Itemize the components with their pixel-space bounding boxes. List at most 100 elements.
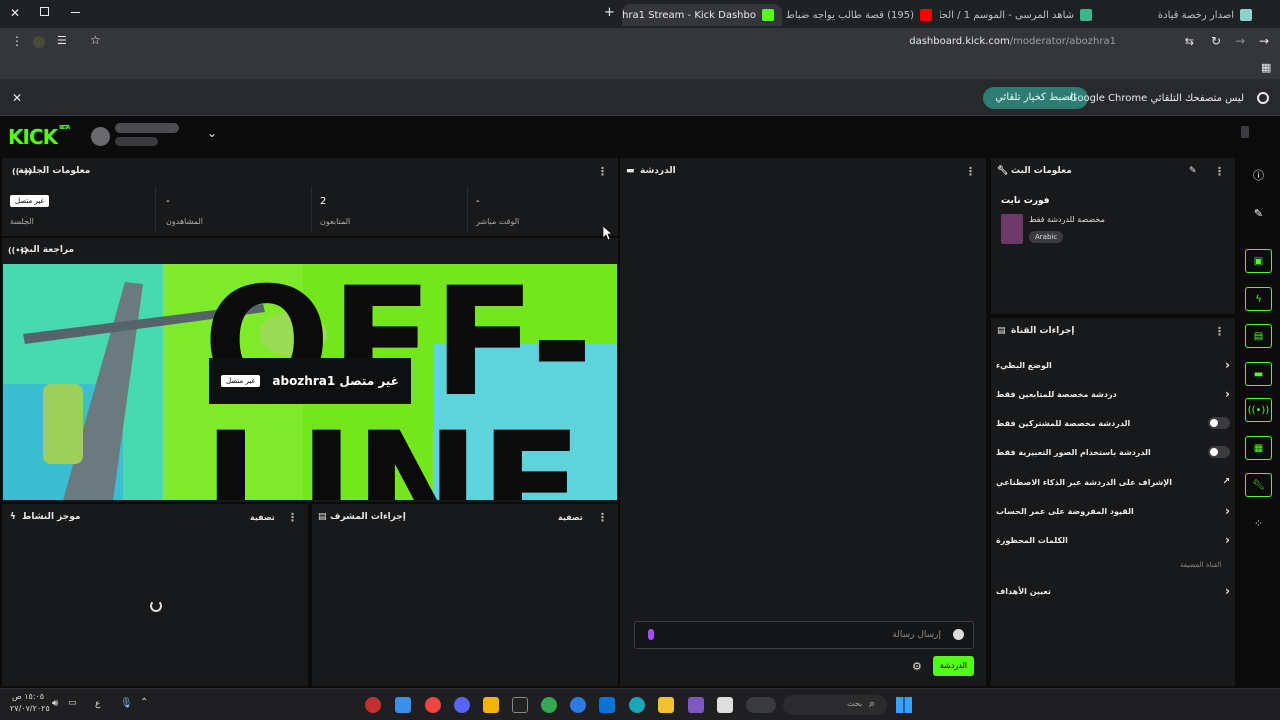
taskbar-app-icon[interactable] (395, 697, 411, 713)
activity-feed-panel: ϟ موجز النشاط تصفية ⋮ (2, 504, 308, 686)
kick-menu-icon[interactable] (1241, 126, 1249, 138)
stat-viewers: - المشاهدون (156, 186, 312, 232)
minimize-window-icon[interactable] (71, 12, 80, 13)
panel-header: ϟ موجز النشاط تصفية ⋮ (2, 504, 308, 530)
sidebar-activity-button[interactable]: ϟ (1245, 287, 1272, 311)
sidebar-session-button[interactable]: ((•)) (1245, 398, 1272, 422)
channel-action-slow-mode[interactable]: الوضع البطيء › (996, 354, 1230, 376)
chevron-right-icon: › (1225, 358, 1230, 372)
extension-icon[interactable] (33, 36, 45, 48)
stat-live-time: - الوقت مباشر (470, 186, 618, 232)
microphone-icon[interactable]: 🎙︎ (120, 698, 133, 709)
info-icon[interactable]: ⓘ (1245, 163, 1272, 187)
reload-icon[interactable]: ↻ (1211, 34, 1221, 48)
channel-action-ai-moderation[interactable]: الإشراف على الدردشة عبر الذكاء الاصطناعي… (996, 471, 1230, 493)
stat-value: - (476, 196, 480, 207)
panel-menu-icon[interactable]: ⋮ (1214, 165, 1225, 178)
panel-menu-icon[interactable]: ⋮ (965, 165, 976, 178)
infobar-close-icon[interactable]: ✕ (12, 91, 22, 105)
panel-title: معلومات الجلسة (18, 166, 91, 176)
new-tab-icon[interactable]: + (604, 5, 615, 20)
taskbar-explorer-icon[interactable] (658, 697, 674, 713)
apps-grid-icon[interactable]: ▦ (1261, 61, 1271, 74)
channel-action-followers-only[interactable]: دردشة مخصصة للمتابعين فقط › (996, 383, 1230, 405)
sidebar-preview-button[interactable]: ▣ (1245, 249, 1272, 273)
chat-panel: ▬ الدردشة ⋮ إرسال رسالة ⚙ الدردشة (620, 158, 986, 686)
panel-menu-icon[interactable]: ⋮ (287, 511, 298, 524)
bookmarks-bar: ▦ (0, 56, 1280, 80)
forward-icon[interactable]: → (1259, 34, 1269, 48)
input-language[interactable]: ع (95, 699, 100, 709)
chrome-icon (1257, 92, 1269, 104)
channel-action-banned-words[interactable]: الكلمات المحظورة › (996, 529, 1230, 551)
restore-window-icon[interactable] (40, 7, 49, 16)
sidebar-channel-actions-button[interactable]: ▦ (1245, 436, 1272, 460)
site-settings-icon[interactable]: ⇆ (1185, 35, 1194, 48)
wrench-icon: 🔧︎ (997, 166, 1009, 176)
subscribers-only-toggle[interactable] (1208, 417, 1230, 429)
filter-button[interactable]: تصفية (250, 513, 275, 522)
panel-menu-icon[interactable]: ⋮ (597, 165, 608, 178)
channel-action-set-goals[interactable]: تعيين الأهداف › (996, 580, 1230, 602)
taskbar-discord-icon[interactable] (454, 697, 470, 713)
taskbar-store-icon[interactable] (599, 697, 615, 713)
action-label: دردشة مخصصة للمتابعين فقط (996, 389, 1117, 399)
channel-action-emotes-only[interactable]: الدردشة باستخدام الصور التعبيرية فقط (996, 441, 1230, 463)
taskbar-rockstar-icon[interactable] (483, 697, 499, 713)
taskbar-epic-icon[interactable] (512, 697, 528, 713)
chat-settings-gear-icon[interactable]: ⚙ (912, 660, 922, 673)
taskbar-widget-icon[interactable] (746, 697, 776, 713)
host-section-label: القناة المضيفة (1180, 561, 1222, 569)
back-icon[interactable]: → (1235, 34, 1245, 48)
sidebar-mod-actions-button[interactable]: ▤ (1245, 324, 1272, 348)
panel-menu-icon[interactable]: ⋮ (1214, 325, 1225, 338)
panel-menu-icon[interactable]: ⋮ (597, 511, 608, 524)
panel-title: الدردشة (640, 166, 676, 176)
taskbar-app-icon[interactable] (717, 697, 733, 713)
browser-tab-active[interactable]: abozhra1 Stream - Kick Dashbo ✕ (622, 4, 782, 26)
tray-chevron-icon[interactable]: ⌃ (140, 697, 148, 708)
browser-tab[interactable]: (195) قصة طالب يواجه ضباط ال ✕ (782, 4, 940, 26)
browser-tab[interactable]: شاهد المرسى - الموسم 1 / الحلقة ✕ (940, 4, 1100, 26)
tune-icon[interactable]: ☰ (57, 34, 67, 47)
channel-switch-chevron-icon[interactable]: ⌄ (207, 126, 217, 140)
chat-send-button[interactable]: الدردشة (933, 656, 974, 676)
edit-icon[interactable]: ✎ (1245, 201, 1272, 225)
taskbar-app-icon[interactable] (365, 697, 381, 713)
layout-icon[interactable]: ⁘ (1245, 511, 1272, 535)
address-bar[interactable]: dashboard.kick.com/moderator/abozhra1 ⇆ (86, 31, 1206, 53)
category-thumbnail (1001, 214, 1023, 244)
chat-input[interactable]: إرسال رسالة (634, 621, 974, 649)
channel-avatar[interactable] (91, 127, 110, 146)
channel-action-subscribers-only[interactable]: الدردشة مخصصة للمشتركين فقط (996, 412, 1230, 434)
taskbar-chrome-icon[interactable] (541, 697, 557, 713)
emoji-icon[interactable] (953, 629, 964, 640)
taskbar-search[interactable]: بحث ⌕ (783, 695, 887, 715)
stream-title: فورت نايت (1001, 196, 1050, 206)
volume-icon[interactable]: 🔊︎ (52, 698, 58, 709)
windows-start-icon[interactable] (896, 697, 912, 713)
tab-title: شاهد المرسى - الموسم 1 / الحلقة (940, 9, 1074, 21)
taskbar-app-icon[interactable] (570, 697, 586, 713)
network-icon[interactable]: ▭ (68, 698, 77, 708)
taskbar-app-icon[interactable] (688, 697, 704, 713)
overlay-text: abozhra1 غير متصل (272, 374, 399, 388)
sidebar-stream-info-button[interactable]: 🔧︎ (1245, 473, 1272, 497)
stat-followers: 2 المتابعون (312, 186, 468, 232)
mod-actions-icon: ▤ (318, 512, 327, 522)
right-sidebar (1238, 158, 1280, 686)
mic-icon[interactable] (648, 629, 654, 640)
edit-pencil-icon[interactable]: ✎ (1189, 166, 1197, 176)
sidebar-chat-button[interactable]: ▬ (1245, 362, 1272, 386)
close-window-icon[interactable]: ✕ (10, 6, 20, 20)
taskbar-edge-icon[interactable] (629, 697, 645, 713)
browser-tab[interactable]: اصدار رخصة قيادة (1100, 4, 1260, 26)
filter-button[interactable]: تصفية (558, 513, 583, 522)
browser-menu-icon[interactable]: ⋮ (11, 34, 23, 48)
taskbar-chrome-icon[interactable] (425, 697, 441, 713)
emotes-only-toggle[interactable] (1208, 446, 1230, 458)
channel-action-account-age[interactable]: القيود المفروضة على عمر الحساب › (996, 500, 1230, 522)
kick-logo[interactable]: KICK BETA (8, 125, 70, 149)
panel-title: مراجعة البث (20, 245, 75, 255)
youtube-favicon-icon (920, 9, 932, 21)
